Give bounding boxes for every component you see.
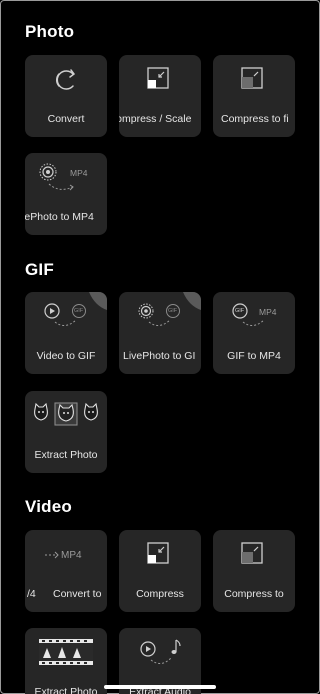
gif-text: GIF [235, 308, 245, 314]
tile-label: Extract Photo [34, 449, 98, 461]
tile-label: Compress to [224, 588, 284, 600]
tile-label-prefix: /4 [27, 588, 36, 600]
tile-video-convert[interactable]: MP4 /4 Convert to [25, 530, 107, 612]
tile-compress-scale[interactable]: Compress / Scale [119, 55, 201, 137]
tile-label: Convert [47, 113, 85, 125]
tile-video-compress-to[interactable]: Compress to [213, 530, 295, 612]
mp4-text: MP4 [61, 550, 82, 561]
tile-extract-photo-gif[interactable]: Extract Photo [25, 391, 107, 473]
tile-label: Video to GIF [36, 350, 96, 362]
tile-label: LivePhoto to MP4 [25, 211, 94, 223]
mp4-text: MP4 [259, 307, 277, 317]
tile-video-compress[interactable]: Compress [119, 530, 201, 612]
section-title-gif: GIF [25, 260, 54, 279]
tile-label: Compress / Scale [119, 113, 192, 125]
tile-label: LivePhoto to GI [123, 350, 196, 362]
tile-livephoto-to-gif[interactable]: GIF LivePhoto to GI [119, 292, 201, 374]
tile-compress-to-file[interactable]: Compress to fi [213, 55, 295, 137]
section-title-photo: Photo [25, 22, 75, 41]
tile-video-extract-photo[interactable]: Extract Photo [25, 628, 107, 694]
gif-text: GIF [74, 308, 84, 314]
tile-label: Extract Photo [34, 686, 98, 694]
tile-label: Compress to fi [221, 113, 289, 125]
home-indicator[interactable] [104, 685, 216, 689]
section-title-video: Video [25, 497, 72, 516]
tile-label: GIF to MP4 [227, 350, 281, 362]
tile-label: Compress [136, 588, 184, 600]
tile-label: Convert to [53, 588, 102, 600]
tile-livephoto-to-mp4[interactable]: MP4 LivePhoto to MP4 [25, 153, 107, 235]
tile-video-to-gif[interactable]: GIF Video to GIF [25, 292, 107, 374]
film-strip-icon [39, 639, 93, 665]
tile-gif-to-mp4[interactable]: GIF MP4 GIF to MP4 [213, 292, 295, 374]
mp4-text: MP4 [70, 168, 88, 178]
gif-text: GIF [168, 308, 178, 314]
tile-convert[interactable]: Convert [25, 55, 107, 137]
